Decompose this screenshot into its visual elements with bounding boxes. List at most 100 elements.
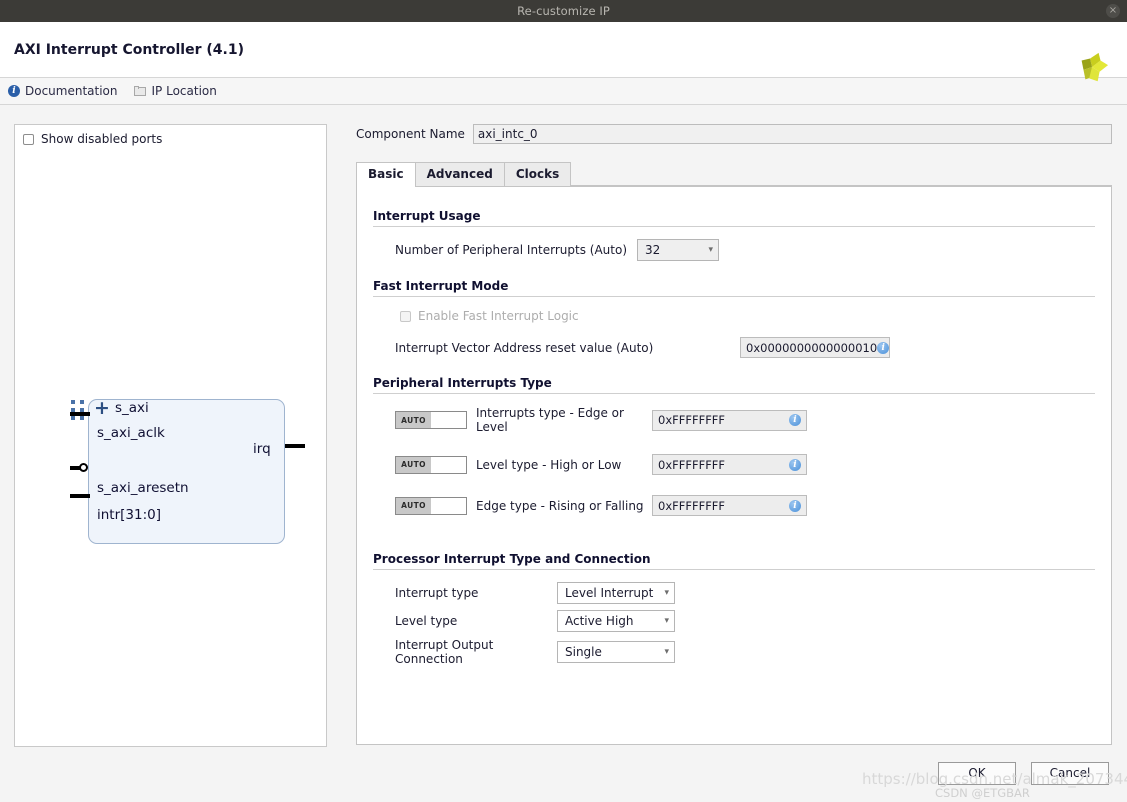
dialog-footer: OK Cancel — [0, 751, 1127, 802]
info-circle-icon[interactable]: i — [877, 341, 890, 354]
section-fast-interrupt-mode: Fast Interrupt Mode Enable Fast Interrup… — [373, 279, 1095, 358]
xilinx-pinwheel-logo — [1081, 52, 1109, 82]
port-label-s-axi-aresetn: s_axi_aresetn — [97, 480, 189, 496]
num-peripheral-interrupts-select[interactable]: 32 ▾ — [637, 239, 720, 261]
field-interrupt-vector-address: Interrupt Vector Address reset value (Au… — [373, 337, 1095, 358]
field-interrupts-type-edge-or-level: AUTO Interrupts type - Edge or Level 0xF… — [373, 406, 1095, 434]
tab-advanced[interactable]: Advanced — [414, 162, 505, 186]
info-circle-icon[interactable]: i — [789, 499, 801, 512]
chevron-down-icon: ▾ — [708, 245, 714, 255]
close-icon[interactable]: × — [1106, 4, 1120, 18]
field-level-type: Level type Active High ▾ — [373, 610, 1095, 632]
level-type-high-or-low-value: 0xFFFFFFFF — [658, 457, 726, 472]
interrupt-vector-address-field[interactable]: 0x0000000000000010 i — [740, 337, 890, 358]
section-title-interrupt-usage: Interrupt Usage — [373, 209, 481, 223]
tab-strip: Basic Advanced Clocks — [356, 162, 1112, 187]
interrupt-type-value: Level Interrupt — [565, 586, 654, 600]
interrupts-type-edge-or-level-field[interactable]: 0xFFFFFFFF i — [652, 409, 807, 431]
documentation-link[interactable]: i Documentation — [8, 84, 118, 98]
auto-toggle-interrupts-type[interactable]: AUTO — [395, 411, 467, 429]
section-title-fast-interrupt-mode: Fast Interrupt Mode — [373, 279, 509, 293]
auto-toggle-track — [431, 497, 466, 514]
port-label-s-axi-aclk: s_axi_aclk — [97, 425, 165, 441]
section-peripheral-interrupts-type: Peripheral Interrupts Type AUTO Interrup… — [373, 376, 1095, 516]
field-num-peripheral-interrupts: Number of Peripheral Interrupts (Auto) 3… — [373, 239, 1095, 261]
interrupt-output-connection-label: Interrupt Output Connection — [395, 638, 494, 666]
field-interrupt-type: Interrupt type Level Interrupt ▾ — [373, 582, 1095, 604]
level-type-label: Level type — [395, 614, 458, 628]
field-enable-fast-interrupt-logic: Enable Fast Interrupt Logic — [373, 309, 1095, 323]
section-divider — [373, 296, 1095, 297]
enable-fast-interrupt-logic-label: Enable Fast Interrupt Logic — [418, 309, 579, 323]
component-name-input[interactable] — [472, 124, 1112, 144]
field-interrupt-output-connection: Interrupt Output Connection Single ▾ — [373, 638, 1095, 666]
tab-basic[interactable]: Basic — [356, 162, 416, 187]
interrupts-type-edge-or-level-label: Interrupts type - Edge or Level — [476, 406, 624, 434]
pin-intr — [70, 493, 90, 498]
info-circle-icon: i — [8, 85, 20, 97]
level-type-value: Active High — [565, 614, 634, 628]
ip-location-link[interactable]: IP Location — [133, 84, 217, 98]
auto-toggle-edge-type[interactable]: AUTO — [395, 496, 467, 515]
links-bar: i Documentation IP Location — [0, 78, 1127, 105]
field-level-type-high-or-low: AUTO Level type - High or Low 0xFFFFFFFF… — [373, 454, 1095, 475]
enable-fast-interrupt-logic-checkbox — [400, 310, 411, 322]
chevron-down-icon: ▾ — [664, 616, 669, 626]
auto-toggle-track — [431, 456, 466, 473]
active-low-bubble-icon — [79, 463, 88, 472]
level-type-high-or-low-field[interactable]: 0xFFFFFFFF i — [652, 454, 807, 475]
interrupt-vector-address-label: Interrupt Vector Address reset value (Au… — [395, 340, 654, 355]
section-divider — [373, 393, 1095, 394]
port-label-irq: irq — [253, 441, 271, 457]
ok-button[interactable]: OK — [938, 762, 1016, 785]
auto-toggle-level-type[interactable]: AUTO — [395, 455, 467, 474]
interrupt-output-connection-select[interactable]: Single ▾ — [557, 641, 675, 663]
info-circle-icon[interactable]: i — [789, 458, 801, 471]
auto-toggle-track — [431, 412, 466, 428]
auto-toggle-label: AUTO — [396, 412, 431, 428]
show-disabled-ports-label: Show disabled ports — [41, 132, 163, 146]
component-name-row: Component Name — [356, 124, 1112, 144]
window-titlebar: Re-customize IP × — [0, 0, 1127, 22]
chevron-down-icon: ▾ — [664, 647, 669, 657]
auto-toggle-label: AUTO — [396, 497, 431, 514]
s-axi-bus-connector-icon[interactable] — [71, 400, 84, 420]
edge-type-rising-or-falling-label: Edge type - Rising or Falling — [476, 498, 644, 513]
num-peripheral-interrupts-label: Number of Peripheral Interrupts (Auto) — [395, 243, 628, 257]
section-divider — [373, 569, 1095, 570]
section-divider — [373, 226, 1095, 227]
folder-icon — [133, 86, 147, 96]
level-type-select[interactable]: Active High ▾ — [557, 610, 675, 632]
dialog-header: AXI Interrupt Controller (4.1) — [0, 22, 1127, 82]
show-disabled-ports-checkbox[interactable]: Show disabled ports — [15, 125, 326, 146]
tab-strip-filler — [570, 184, 1112, 186]
interrupt-type-label: Interrupt type — [395, 586, 479, 600]
level-type-high-or-low-label: Level type - High or Low — [476, 457, 622, 472]
page-title: AXI Interrupt Controller (4.1) — [14, 41, 244, 58]
interrupt-output-connection-value: Single — [565, 645, 602, 659]
info-circle-icon[interactable]: i — [789, 414, 801, 426]
num-peripheral-interrupts-value: 32 — [645, 243, 661, 257]
section-processor-interrupt: Processor Interrupt Type and Connection … — [373, 552, 1095, 666]
auto-toggle-label: AUTO — [396, 456, 431, 473]
tab-clocks[interactable]: Clocks — [503, 162, 572, 186]
pin-s-axi-aclk — [70, 411, 90, 416]
window-title: Re-customize IP — [517, 4, 610, 18]
section-title-peripheral-interrupts-type: Peripheral Interrupts Type — [373, 376, 552, 390]
pin-irq — [285, 443, 305, 448]
ip-location-label: IP Location — [151, 84, 217, 98]
interrupt-vector-address-value: 0x0000000000000010 — [746, 340, 878, 355]
config-panel: Component Name Basic Advanced Clocks Int… — [356, 124, 1112, 747]
cancel-button[interactable]: Cancel — [1031, 762, 1109, 785]
chevron-down-icon: ▾ — [664, 588, 669, 598]
section-interrupt-usage: Interrupt Usage Number of Peripheral Int… — [373, 209, 1095, 261]
ip-block-diagram: + s_axi s_axi_aclk s_axi_aresetn intr[31… — [15, 375, 328, 545]
tab-panel-basic: Interrupt Usage Number of Peripheral Int… — [356, 187, 1112, 745]
edge-type-rising-or-falling-field[interactable]: 0xFFFFFFFF i — [652, 495, 807, 516]
s-axi-expand-icon[interactable]: + — [94, 399, 110, 418]
documentation-label: Documentation — [25, 84, 118, 98]
ip-symbol-panel: Show disabled ports + s_axi s_axi_aclk s… — [14, 124, 327, 747]
dialog-body: Show disabled ports + s_axi s_axi_aclk s… — [0, 106, 1127, 751]
interrupt-type-select[interactable]: Level Interrupt ▾ — [557, 582, 675, 604]
checkbox-box — [23, 133, 34, 145]
